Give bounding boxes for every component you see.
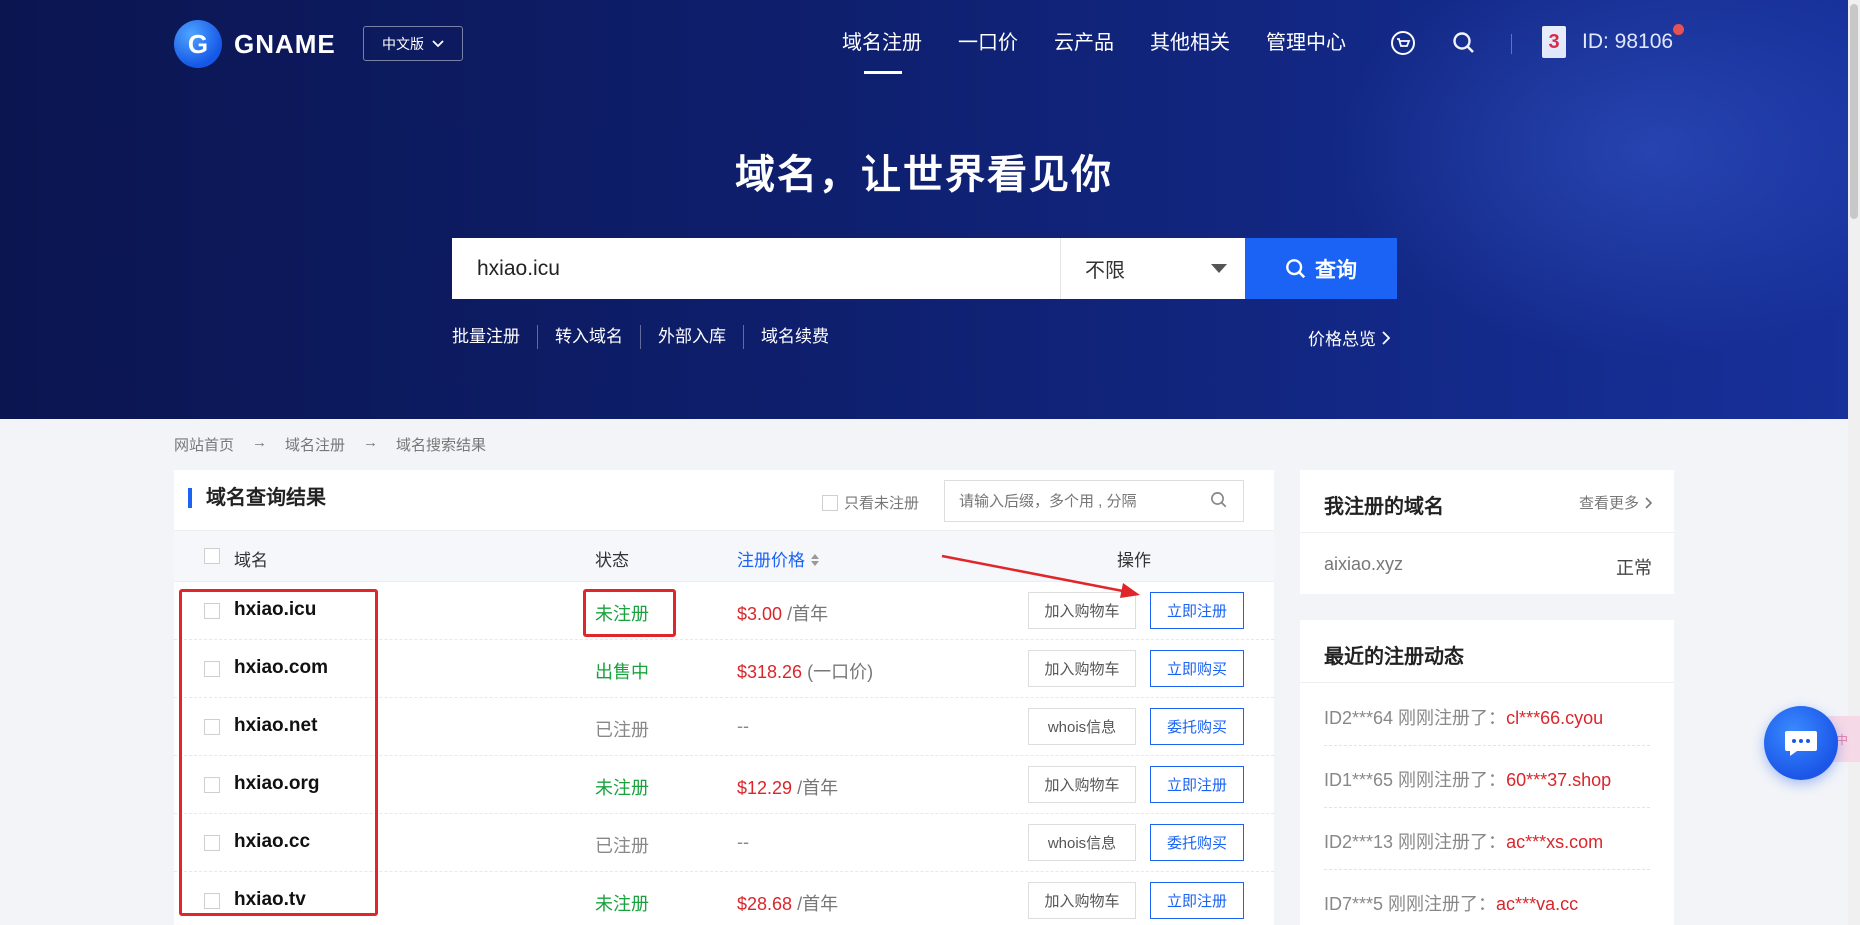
status-label: 出售中 <box>595 662 649 682</box>
main-nav: 域名注册 一口价 云产品 其他相关 管理中心 <box>842 28 1382 74</box>
price-overview-link[interactable]: 价格总览 <box>1308 325 1390 350</box>
breadcrumb-current: 域名搜索结果 <box>396 437 487 454</box>
add-to-cart-button[interactable]: 加入购物车 <box>1028 650 1136 687</box>
search-icon[interactable] <box>1449 28 1479 58</box>
view-more-label: 查看更多 <box>1578 495 1639 512</box>
status-label: 已注册 <box>595 720 649 740</box>
recent-registrations-panel: 最近的注册动态 ID2***64 刚刚注册了：cl***66.cyou ID1*… <box>1300 620 1674 925</box>
broker-buy-button[interactable]: 委托购买 <box>1150 708 1244 745</box>
register-now-button[interactable]: 立即注册 <box>1150 882 1244 919</box>
link-external-import[interactable]: 外部入库 <box>640 325 743 349</box>
search-icon <box>1286 258 1306 278</box>
price: $3.00 /首年 <box>737 604 829 624</box>
only-unregistered-filter[interactable]: 只看未注册 <box>822 492 919 513</box>
language-dropdown[interactable]: 中文版 <box>363 26 463 61</box>
search-icon[interactable] <box>1210 491 1228 509</box>
list-item: ID2***13 刚刚注册了：ac***xs.com <box>1324 808 1650 870</box>
my-domains-title: 我注册的域名 <box>1324 496 1444 518</box>
nav-other[interactable]: 其他相关 <box>1150 28 1230 58</box>
search-button-label: 查询 <box>1315 258 1357 282</box>
list-item: ID2***64 刚刚注册了：cl***66.cyou <box>1324 684 1650 746</box>
whois-button[interactable]: whois信息 <box>1028 708 1136 745</box>
domain-search-box: 不限 查询 <box>452 238 1397 299</box>
suffix-filter-input[interactable] <box>944 480 1244 522</box>
chat-button[interactable] <box>1764 706 1838 780</box>
chevron-down-icon <box>432 39 444 47</box>
list-item: ID1***65 刚刚注册了：60***37.shop <box>1324 746 1650 808</box>
language-label: 中文版 <box>382 35 424 52</box>
add-to-cart-button[interactable]: 加入购物车 <box>1028 766 1136 803</box>
register-now-button[interactable]: 立即注册 <box>1150 766 1244 803</box>
hero-banner: G GNAME 中文版 域名注册 一口价 云产品 其他相关 管理中心 3 ID:… <box>0 0 1848 419</box>
breadcrumb-domain-register[interactable]: 域名注册 <box>285 434 345 455</box>
status-label: 未注册 <box>595 894 649 914</box>
broker-buy-button[interactable]: 委托购买 <box>1150 824 1244 861</box>
scrollbar-thumb[interactable] <box>1850 4 1858 219</box>
notification-dot <box>1673 24 1684 35</box>
annotation-arrow-icon <box>941 554 1140 598</box>
hero-title: 域名，让世界看见你 <box>735 153 1113 197</box>
page-scrollbar[interactable] <box>1848 0 1860 925</box>
price: $318.26 (一口价) <box>737 662 874 682</box>
column-price-sort[interactable]: 注册价格 <box>737 546 820 571</box>
divider <box>1300 682 1674 683</box>
search-button[interactable]: 查询 <box>1245 238 1397 299</box>
my-domain-name[interactable]: aixiao.xyz <box>1324 554 1403 575</box>
results-title: 域名查询结果 <box>188 488 326 508</box>
nav-domain-register[interactable]: 域名注册 <box>842 28 922 74</box>
column-price: 注册价格 <box>737 551 805 570</box>
annotation-box-status <box>583 589 676 637</box>
status-label: 已注册 <box>595 836 649 856</box>
nav-divider <box>1511 34 1512 54</box>
list-item: ID7***5 刚刚注册了：ac***va.cc <box>1324 894 1579 914</box>
link-bulk-register[interactable]: 批量注册 <box>452 325 537 349</box>
price: -- <box>737 832 749 852</box>
buy-now-button[interactable]: 立即购买 <box>1150 650 1244 687</box>
chevron-right-icon <box>1645 496 1652 509</box>
cart-icon[interactable] <box>1388 28 1418 58</box>
breadcrumb-home[interactable]: 网站首页 <box>174 434 234 455</box>
arrow-right-icon: → <box>252 434 268 451</box>
link-transfer-domain[interactable]: 转入域名 <box>537 325 640 349</box>
annotation-box-domains <box>179 589 378 916</box>
caret-down-icon <box>1211 264 1227 273</box>
sort-icon <box>810 554 819 566</box>
nav-management-center[interactable]: 管理中心 <box>1266 28 1346 58</box>
chat-icon <box>1785 731 1817 756</box>
only-unregistered-label: 只看未注册 <box>844 495 920 512</box>
add-to-cart-button[interactable]: 加入购物车 <box>1028 882 1136 919</box>
price-overview-label: 价格总览 <box>1308 330 1376 349</box>
whois-button[interactable]: whois信息 <box>1028 824 1136 861</box>
view-more-link[interactable]: 查看更多 <box>1579 492 1652 513</box>
user-id[interactable]: ID: 98106 <box>1582 30 1673 54</box>
price: $12.29 /首年 <box>737 778 839 798</box>
domain-search-input[interactable] <box>452 238 1060 299</box>
logo-icon: G <box>174 20 222 68</box>
register-now-button[interactable]: 立即注册 <box>1150 592 1244 629</box>
nav-fixed-price[interactable]: 一口价 <box>958 28 1018 58</box>
results-header: 域名查询结果 只看未注册 <box>174 470 1274 530</box>
recent-title: 最近的注册动态 <box>1324 646 1464 668</box>
select-all-checkbox[interactable] <box>204 548 220 564</box>
price: $28.68 /首年 <box>737 894 839 914</box>
my-domains-panel: 我注册的域名 查看更多 aixiao.xyz 正常 <box>1300 470 1674 594</box>
nav-cloud-products[interactable]: 云产品 <box>1054 28 1114 58</box>
arrow-right-icon: → <box>363 434 379 451</box>
my-domain-status: 正常 <box>1616 558 1652 578</box>
user-level-badge[interactable]: 3 <box>1542 26 1566 58</box>
only-unregistered-checkbox[interactable] <box>822 494 838 511</box>
column-domain: 域名 <box>234 551 268 570</box>
logo[interactable]: G GNAME <box>174 20 336 68</box>
status-label: 未注册 <box>595 778 649 798</box>
column-status: 状态 <box>595 551 629 570</box>
quick-links: 批量注册 转入域名 外部入库 域名续费 <box>452 325 846 349</box>
link-domain-renew[interactable]: 域名续费 <box>743 325 846 349</box>
logo-text: GNAME <box>234 28 336 59</box>
chevron-right-icon <box>1382 330 1390 345</box>
divider <box>1300 532 1674 533</box>
suffix-select[interactable]: 不限 <box>1060 238 1245 299</box>
price: -- <box>737 716 749 736</box>
suffix-select-value: 不限 <box>1085 260 1125 282</box>
breadcrumb: 网站首页 → 域名注册 → 域名搜索结果 <box>174 434 486 455</box>
